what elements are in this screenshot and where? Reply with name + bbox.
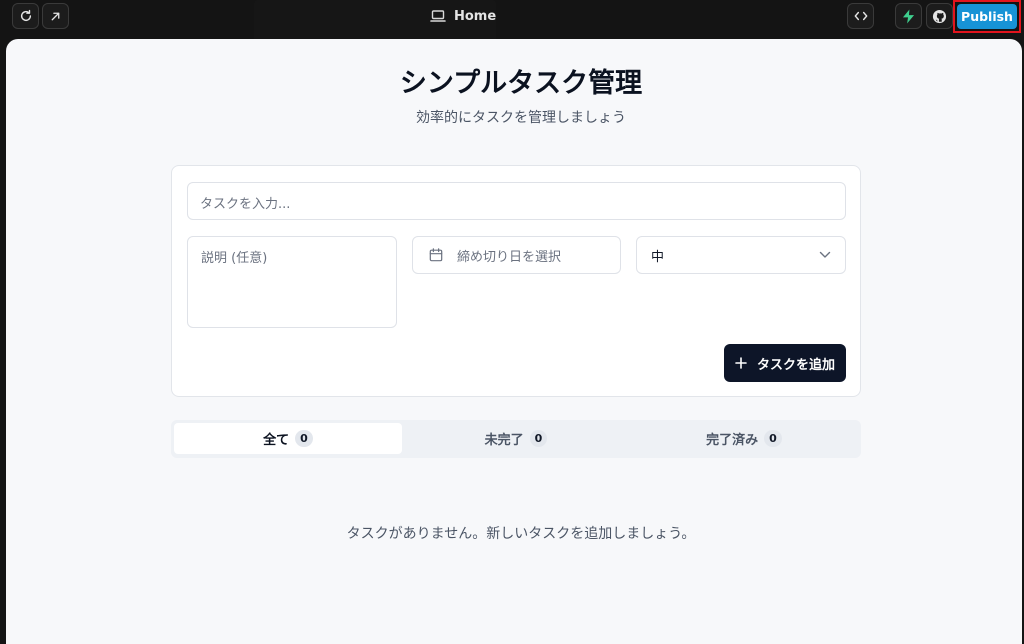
due-date-picker[interactable]: 締め切り日を選択	[412, 236, 621, 274]
top-bar: Home Publish	[0, 0, 1024, 34]
count-badge: 0	[764, 430, 782, 447]
app-page: シンプルタスク管理 効率的にタスクを管理しましょう タスクを入力... 説明 (…	[6, 39, 1022, 644]
tab-completed[interactable]: 完了済み 0	[630, 423, 858, 454]
task-form-card: タスクを入力... 説明 (任意) 締め切り日を選択 中 タスクを追加	[171, 165, 861, 397]
tab-incomplete[interactable]: 未完了 0	[402, 423, 630, 454]
github-icon	[932, 9, 947, 23]
add-task-label: タスクを追加	[756, 357, 835, 373]
task-description-textarea[interactable]: 説明 (任意)	[187, 236, 397, 328]
priority-select[interactable]: 中	[636, 236, 846, 274]
tab-label: 未完了	[484, 433, 524, 448]
plus-icon	[735, 357, 747, 369]
priority-value: 中	[651, 249, 665, 265]
refresh-button[interactable]	[12, 3, 39, 29]
calendar-icon	[429, 248, 443, 262]
page-title: シンプルタスク管理	[399, 68, 643, 99]
code-view-button[interactable]	[847, 3, 874, 29]
task-title-input[interactable]: タスクを入力...	[187, 182, 846, 220]
github-button[interactable]	[926, 3, 953, 29]
tab-label: 全て	[263, 433, 290, 448]
publish-highlight: Publish	[953, 0, 1021, 33]
tab-label: 完了済み	[706, 433, 759, 448]
supabase-button[interactable]	[895, 3, 922, 29]
due-date-placeholder: 締め切り日を選択	[457, 249, 562, 265]
add-task-button[interactable]: タスクを追加	[724, 344, 846, 382]
count-badge: 0	[295, 430, 313, 447]
open-external-button[interactable]	[42, 3, 69, 29]
page-subtitle: 効率的にタスクを管理しましょう	[416, 110, 626, 126]
chevron-down-icon	[819, 251, 831, 258]
publish-button[interactable]: Publish	[957, 4, 1017, 29]
empty-state-message: タスクがありません。新しいタスクを追加しましょう。	[346, 526, 696, 542]
count-badge: 0	[529, 430, 548, 447]
tab-all[interactable]: 全て 0	[174, 423, 402, 454]
refresh-icon	[20, 9, 31, 22]
filter-tabs: 全て 0 未完了 0 完了済み 0	[171, 420, 861, 458]
supabase-icon	[902, 9, 915, 23]
code-icon	[854, 11, 867, 21]
open-external-icon	[51, 12, 60, 20]
